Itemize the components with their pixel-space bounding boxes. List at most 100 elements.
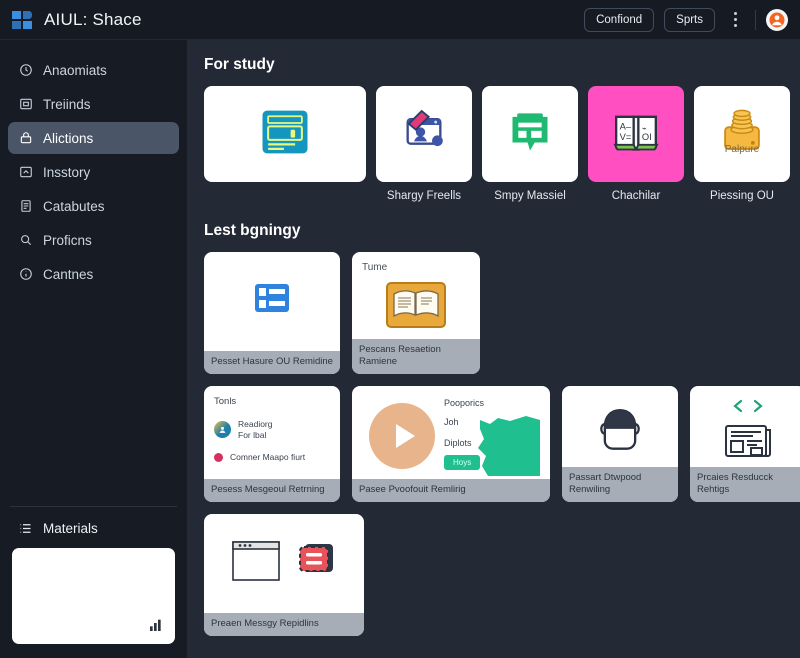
tool-item[interactable]: Readiorg For lbal: [214, 419, 330, 440]
app-root: AIUL: Shace Confiond Sprts Anaomiats Tre…: [0, 0, 800, 658]
lest-row-a: Pesset Hasure OU Remidine Tume Pescans R…: [204, 252, 788, 374]
for-study-row: Shargy Freells Smpy Massiel A– V= ⌁ OI C…: [204, 86, 790, 202]
card-pesset-hasure[interactable]: Pesset Hasure OU Remidine: [204, 252, 340, 374]
sidebar-item-label: Proficns: [43, 232, 92, 248]
sidebar-item-label: Catabutes: [43, 198, 105, 214]
top-bar: AIUL: Shace Confiond Sprts: [0, 0, 800, 40]
card-caption: Pasee Pvoofouit Remlirig: [352, 479, 550, 502]
tile-piessing-ou-button[interactable]: Palpure: [694, 86, 790, 182]
sidebar-item-anaomiats[interactable]: Anaomiats: [8, 54, 179, 86]
id-card-icon: [396, 104, 452, 165]
open-book-frame-icon: [384, 280, 448, 335]
card-passart-dtwpood[interactable]: Passart Dtwpood Renwiling: [562, 386, 678, 502]
layout-blocks-icon: [248, 274, 296, 327]
play-icon[interactable]: [369, 403, 435, 469]
topbar-actions: Confiond Sprts: [584, 7, 788, 32]
materials-panel[interactable]: [12, 548, 175, 644]
tile-chachilar: A– V= ⌁ OI Chachilar: [588, 86, 684, 202]
card-caption: Pescans Resaetion Ramiene: [352, 339, 480, 374]
sidebar-item-label: Anaomiats: [43, 62, 107, 78]
book-icon: [18, 199, 33, 214]
sidebar-item-cantnes[interactable]: Cantnes: [8, 258, 179, 290]
tile-shargy-freells-button[interactable]: [376, 86, 472, 182]
more-vertical-icon[interactable]: [725, 9, 745, 31]
search-icon: [18, 233, 33, 248]
brand[interactable]: AIUL: Shace: [10, 8, 142, 32]
tile-chachilar-button[interactable]: A– V= ⌁ OI: [588, 86, 684, 182]
tile-browser: [204, 86, 366, 202]
main-content: For study Shargy Freells Smpy Massiel A–…: [188, 40, 800, 658]
tile-caption: Chachilar: [611, 190, 661, 202]
card-preaen-messgy[interactable]: Preaen Messgy Repidlins: [204, 514, 364, 636]
sprts-button[interactable]: Sprts: [664, 7, 715, 32]
app-logo-icon: [10, 8, 34, 32]
body: Anaomiats Treiinds Alictions Insstory Ca…: [0, 40, 800, 658]
svg-text:A–: A–: [620, 121, 632, 131]
tool-item[interactable]: Comner Maapo fiurt: [214, 452, 330, 463]
user-avatar-icon[interactable]: [766, 8, 788, 31]
card-pesess-mesgeoul[interactable]: Tonls Readiorg For lbal Comner Maapo fiu…: [204, 386, 340, 502]
tile-browser-button[interactable]: [204, 86, 366, 182]
image-icon: [18, 97, 33, 112]
red-dot-icon: [214, 452, 223, 462]
lest-row-b: Tonls Readiorg For lbal Comner Maapo fiu…: [204, 386, 800, 502]
avatar-circle-icon: [214, 421, 231, 438]
clock-icon: [18, 63, 33, 78]
tool-label: Readiorg For lbal: [238, 419, 273, 440]
sidebar-item-catabutes[interactable]: Catabutes: [8, 190, 179, 222]
card-caption: Pesset Hasure OU Remidine: [204, 351, 340, 374]
app-title: AIUL: Shace: [44, 9, 142, 29]
svg-text:V=: V=: [620, 132, 632, 142]
video-chip: Hoys: [444, 455, 481, 470]
sidebar-item-alictions[interactable]: Alictions: [8, 122, 179, 154]
info-icon: [18, 267, 33, 282]
newspaper-icon: [722, 421, 774, 466]
tile-caption: Shargy Freells: [386, 190, 462, 202]
sidebar: Anaomiats Treiinds Alictions Insstory Ca…: [0, 40, 188, 658]
materials-label: Materials: [43, 521, 98, 536]
window-icon: [229, 536, 285, 589]
sidebar-item-label: Alictions: [43, 130, 94, 146]
topbar-divider: [755, 9, 756, 30]
sidebar-divider: [10, 506, 177, 507]
tools-title: Tonls: [214, 396, 237, 407]
list-icon: [18, 521, 33, 536]
chat-document-icon: [502, 104, 558, 165]
sidebar-item-insstory[interactable]: Insstory: [8, 156, 179, 188]
card-caption: Passart Dtwpood Renwiling: [562, 467, 678, 502]
tool-label: Comner Maapo fiurt: [230, 452, 306, 462]
code-brackets-icon: [728, 398, 768, 419]
sidebar-item-label: Treiinds: [43, 96, 91, 112]
open-book-icon: A– V= ⌁ OI: [608, 104, 664, 165]
card-pescans-resaetion[interactable]: Tume Pescans Resaetion Ramiene: [352, 252, 480, 374]
sidebar-item-proficns[interactable]: Proficns: [8, 224, 179, 256]
card-prcaies-resducck[interactable]: Prcaies Resducck Rehtigs: [690, 386, 800, 502]
lock-icon: [18, 131, 33, 146]
sidebar-item-label: Cantnes: [43, 266, 94, 282]
person-head-icon: [592, 402, 648, 463]
sidebar-item-label: Insstory: [43, 164, 91, 180]
browser-window-icon: [258, 105, 312, 164]
sidebar-nav: Anaomiats Treiinds Alictions Insstory Ca…: [0, 54, 187, 290]
red-card-icon: [295, 538, 339, 587]
card-caption: Preaen Messgy Repidlins: [204, 613, 364, 636]
sidebar-item-treiinds[interactable]: Treiinds: [8, 88, 179, 120]
video-line: Pooporics: [444, 398, 485, 408]
tile-inner-label: Palpure: [724, 144, 760, 155]
section-title-lest-bgningy: Lest bgningy: [204, 222, 301, 239]
card-pasee-pvoofouit[interactable]: Pooporics Joh Diplots Hoys Pasee Pvoofou…: [352, 386, 550, 502]
tile-caption: Smpy Massiel: [494, 190, 566, 202]
tile-smpy-massiel: Smpy Massiel: [482, 86, 578, 202]
coins-icon: [713, 103, 771, 166]
tile-shargy-freells: Shargy Freells: [376, 86, 472, 202]
confiond-button[interactable]: Confiond: [584, 7, 655, 32]
share-icon: [18, 165, 33, 180]
section-title-for-study: For study: [204, 56, 275, 73]
svg-text:OI: OI: [642, 132, 652, 142]
tile-smpy-massiel-button[interactable]: [482, 86, 578, 182]
lest-row-c: Preaen Messgy Repidlins: [204, 514, 788, 636]
card-caption: Pesess Mesgeoul Retrning: [204, 479, 340, 502]
tile-caption: Piessing OU: [710, 190, 774, 202]
video-line: Diplots: [444, 438, 472, 448]
